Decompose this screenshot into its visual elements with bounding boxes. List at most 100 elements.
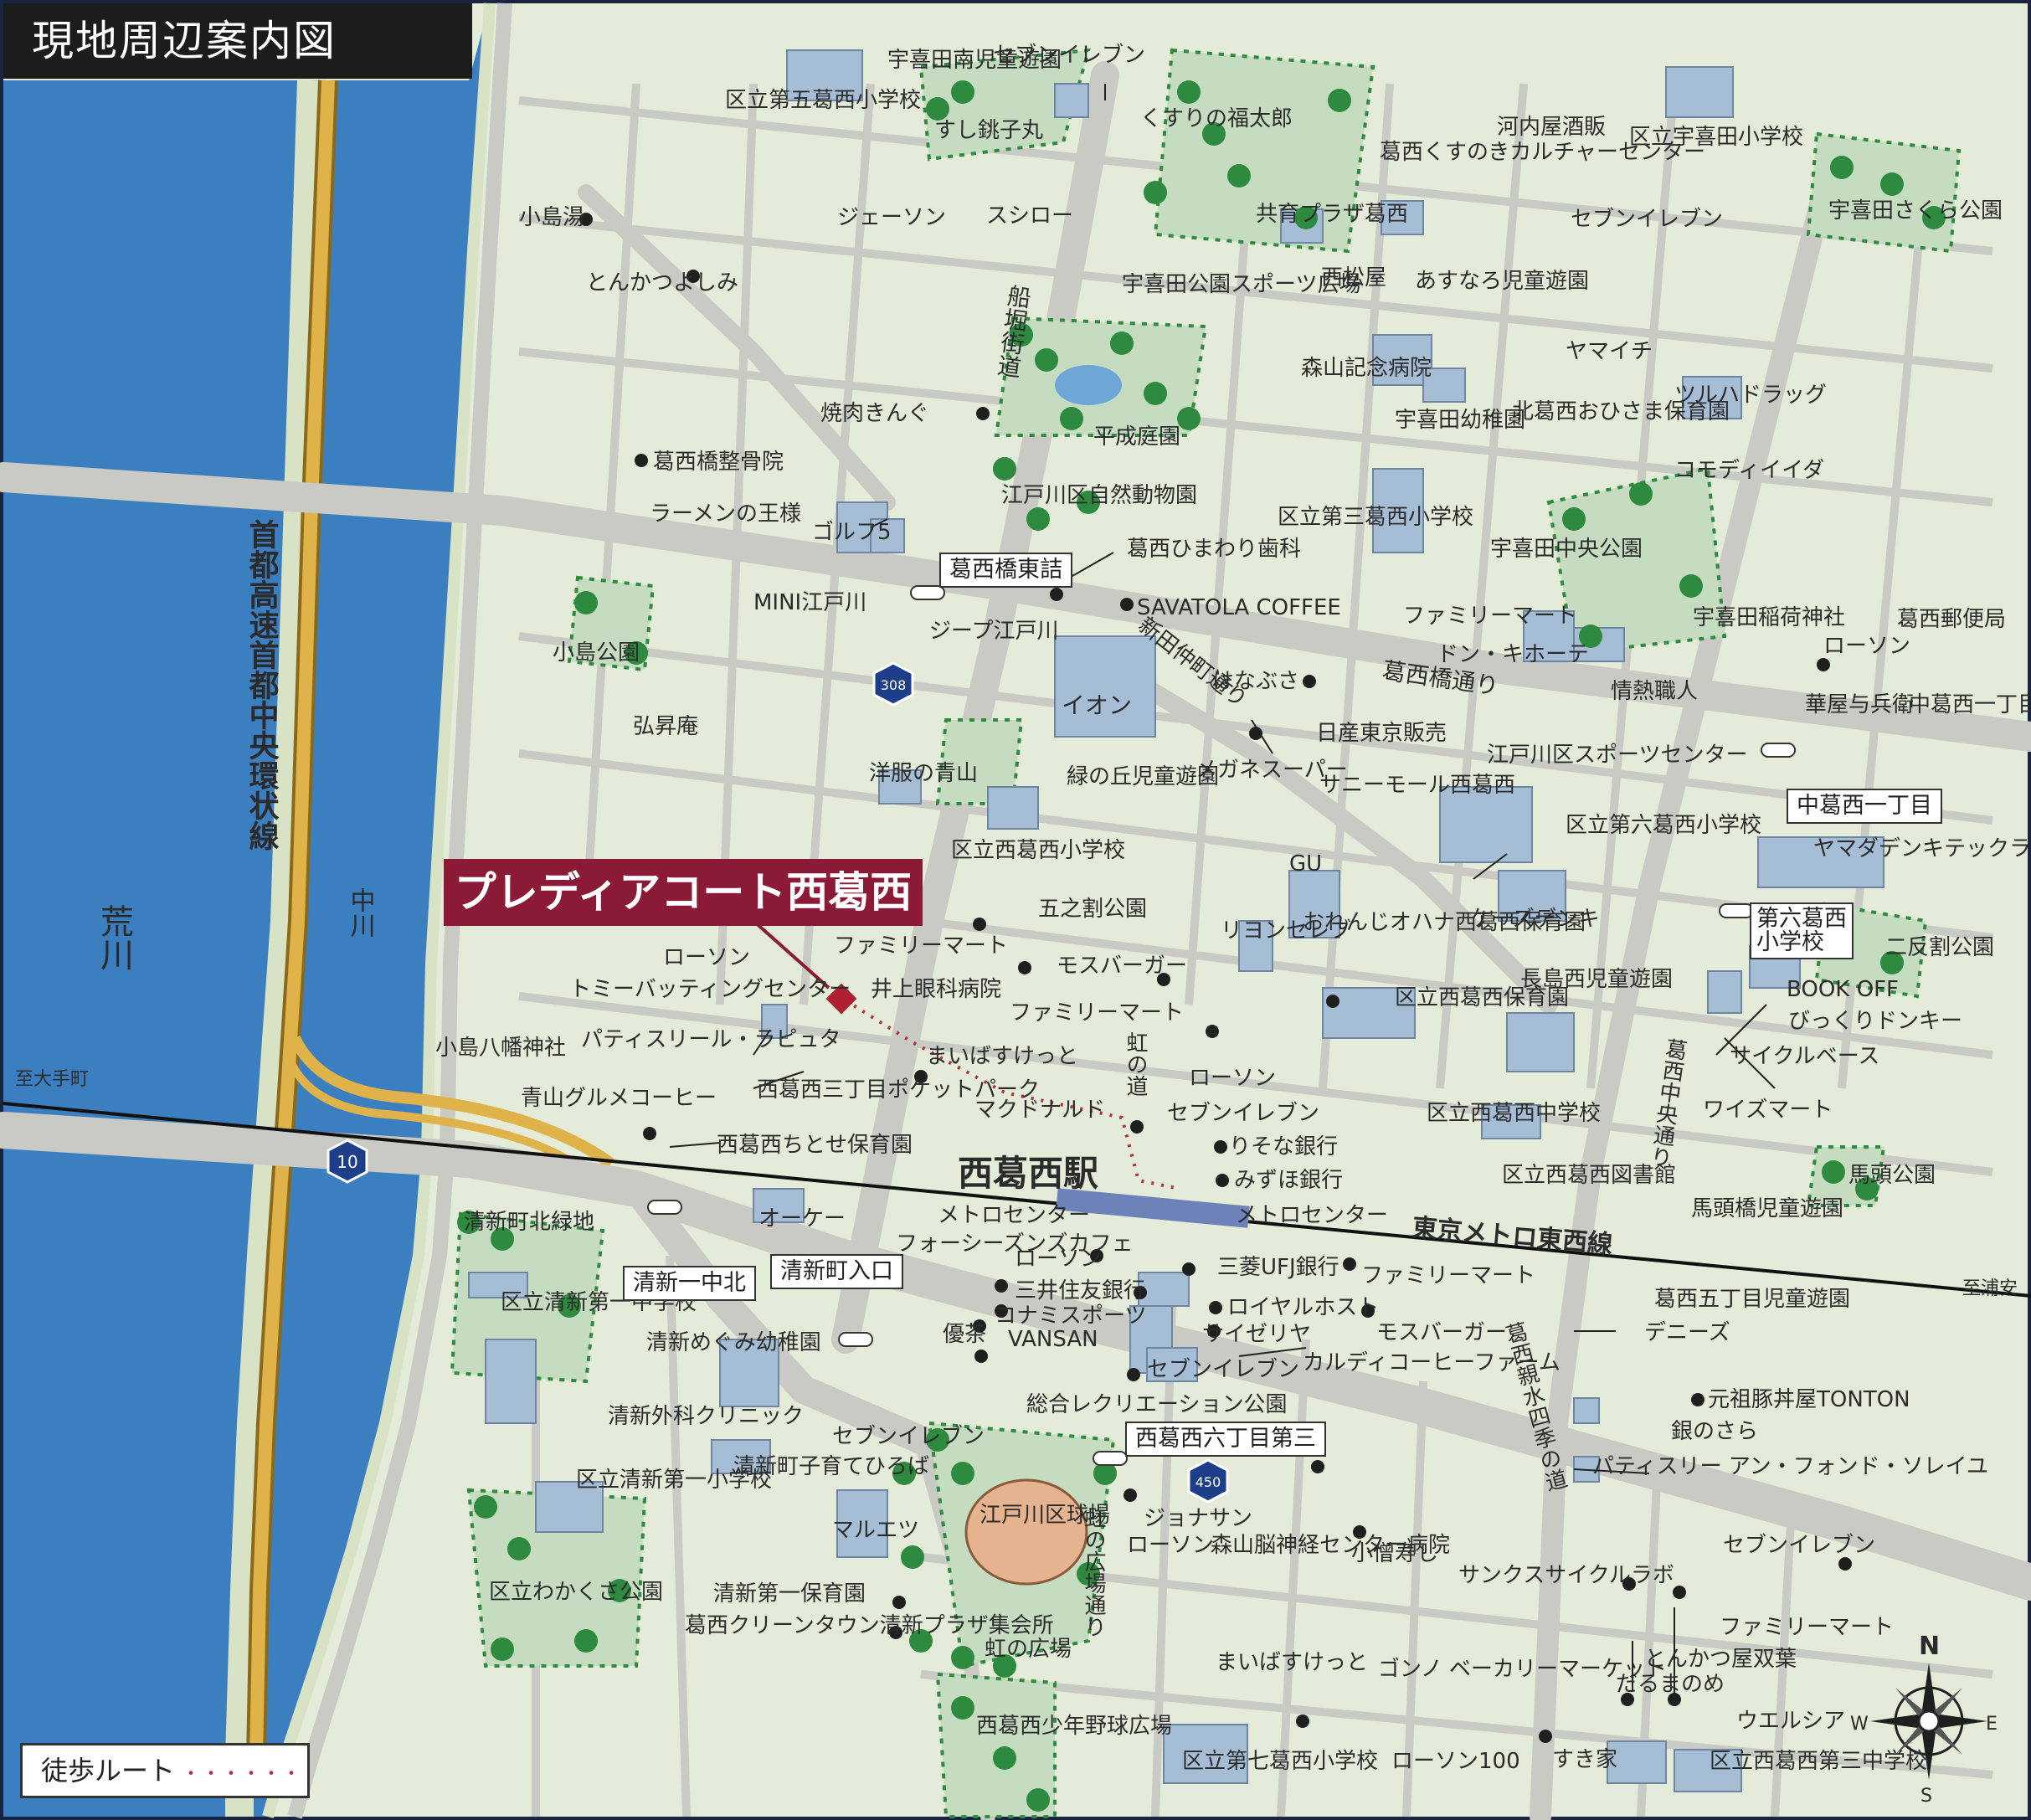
poi-label: ローソン100 — [1391, 1749, 1520, 1774]
route-450-number: 450 — [1195, 1474, 1221, 1490]
arakawa-label: 荒川 — [95, 904, 133, 971]
poi-label: 共育プラザ葛西 — [1256, 202, 1408, 227]
poi-label: セブンイレブン — [993, 43, 1145, 68]
poi-label: サニーモール西葛西 — [1319, 773, 1515, 798]
poi-label: イオン — [1062, 691, 1132, 719]
poi-label: ゴルフ5 — [812, 520, 892, 545]
station-label: 西葛西駅 — [958, 1153, 1098, 1194]
poi-label: セブンイレブン — [1571, 207, 1723, 232]
compass-n: N — [1919, 1632, 1940, 1661]
poi-label: 河内屋酒販 — [1497, 115, 1606, 140]
poi-label: セブンイレブン — [1723, 1533, 1875, 1558]
poi-label: 区立西葛西図書館 — [1502, 1163, 1676, 1188]
walking-route-legend: 徒歩ルート ・・・・・・ — [20, 1743, 310, 1798]
poi-label: 清新第一保育園 — [713, 1581, 866, 1607]
poi-label: 小僧寿し — [1351, 1541, 1438, 1566]
poi-label: 馬頭公園 — [1848, 1163, 1936, 1188]
poi-label: 弘昇庵 — [633, 714, 698, 739]
poi-label: 葛西ひまわり歯科 — [1127, 537, 1301, 562]
area-map-frame: N S E W 荒川 中川 首都高速首都中央環状線 船堀街道 新田仲町通り 葛西… — [0, 0, 2031, 1820]
poi-label: 緑の丘児童遊園 — [1067, 764, 1219, 789]
poi-label: 宇喜田さくら公園 — [1828, 198, 2003, 224]
poi-label: 優茶 — [943, 1322, 986, 1347]
poi-label: BOOK OFF — [1787, 977, 1899, 1002]
poi-label: ロイヤルホスト — [1227, 1295, 1379, 1320]
poi-label: 葛西クリーンタウン清新プラザ集会所 — [685, 1613, 1054, 1638]
poi-label: 区立西葛西小学校 — [951, 838, 1125, 863]
poi-label: 虹の広場 — [985, 1637, 1072, 1662]
intersection-kasaibashi-higashi: 葛西橋東詰 — [939, 553, 1072, 588]
legend-label: 徒歩ルート — [41, 1755, 176, 1787]
poi-label: 三井住友銀行 — [1015, 1278, 1145, 1303]
poi-label: 区立清新第一小学校 — [576, 1468, 772, 1493]
compass-s: S — [1920, 1786, 1932, 1807]
stadium-field — [964, 1478, 1088, 1586]
poi-label: SAVATOLA COFFEE — [1137, 595, 1341, 620]
poi-label: 青山グルメコーヒー — [521, 1086, 717, 1111]
poi-label: びっくりドンキー — [1788, 1009, 1962, 1034]
poi-label: ジェーソン — [837, 205, 946, 230]
poi-label: とんかつよしみ — [586, 270, 738, 296]
poi-label: MINI江戸川 — [753, 590, 866, 615]
poi-label: 元祖豚丼屋TONTON — [1708, 1387, 1910, 1412]
route-308-number: 308 — [881, 677, 907, 693]
poi-label: パティスリー アン・フォンド・ソレイユ — [1592, 1454, 1988, 1479]
poi-label: あすなろ児童遊園 — [1415, 269, 1589, 294]
poi-label: 三菱UFJ銀行 — [1217, 1255, 1339, 1280]
poi-label: トミーバッティングセンター — [569, 977, 851, 1002]
poi-label: ゴンノ ベーカリーマーケット — [1378, 1657, 1667, 1682]
poi-label: ファミリーマート — [1010, 1000, 1184, 1026]
poi-label: カルディコーヒーファーム — [1303, 1350, 1561, 1375]
route-10-shield: 10 — [327, 1139, 368, 1184]
poi-label: 葛西くすのきカルチャーセンター — [1380, 140, 1705, 165]
poi-label: 小島八幡神社 — [435, 1036, 566, 1061]
poi-label: ファミリーマート — [1361, 1263, 1535, 1288]
poi-label: ワイズマート — [1703, 1098, 1833, 1123]
poi-label: ローソン — [663, 945, 750, 970]
poi-label: ローソン — [1015, 1247, 1102, 1272]
poi-label: みずほ銀行 — [1234, 1168, 1343, 1193]
poi-label: 情熱職人 — [1611, 679, 1698, 704]
poi-label: 葛西五丁目児童遊園 — [1654, 1287, 1850, 1312]
poi-label: サンクスサイクルラボ — [1458, 1563, 1674, 1588]
poi-label: GU — [1289, 851, 1322, 877]
poi-label: ローソン — [1823, 634, 1910, 659]
nakagawa-label: 中川 — [346, 887, 376, 938]
poi-label: すき家 — [1552, 1747, 1617, 1772]
route-450-shield: 450 — [1187, 1458, 1229, 1504]
pond — [1055, 365, 1122, 405]
intersection-dairoku-kasai: 第六葛西小学校 — [1750, 902, 1854, 959]
poi-label: ファミリーマート — [1403, 604, 1577, 629]
poi-label: 清新めぐみ幼稚園 — [646, 1330, 821, 1355]
poi-label: 江戸川区スポーツセンター — [1487, 743, 1747, 768]
poi-label: ウエルシア — [1736, 1709, 1845, 1734]
poi-label: 葛西橋整骨院 — [653, 450, 784, 475]
poi-label: 中葛西一丁目児童遊園 — [1909, 692, 2031, 717]
poi-label: VANSAN — [1008, 1327, 1098, 1352]
poi-label: 馬頭橋児童遊園 — [1691, 1196, 1843, 1221]
poi-label: 二反割公園 — [1885, 935, 1994, 960]
poi-label: 宇喜田中央公園 — [1490, 537, 1643, 562]
niji-label: 虹の道 — [1123, 1031, 1148, 1097]
intersection-nishikasai6-3: 西葛西六丁目第三 — [1125, 1422, 1326, 1457]
poi-label: 区立西葛西中学校 — [1427, 1101, 1601, 1126]
poi-label: 区立西葛西保育園 — [1395, 985, 1569, 1010]
poi-label: ジープ江戸川 — [929, 619, 1058, 644]
poi-label: 森山記念病院 — [1301, 356, 1432, 381]
poi-label: ヤマダデンキテックランド — [1813, 836, 2031, 861]
poi-label: コナミスポーツ — [995, 1303, 1146, 1329]
poi-label: すし銚子丸 — [934, 118, 1043, 143]
poi-label: ラーメンの王様 — [650, 501, 801, 527]
poi-label: 五之割公園 — [1038, 897, 1147, 922]
poi-label: とんかつ屋双葉 — [1644, 1647, 1797, 1672]
poi-label: りそな銀行 — [1229, 1134, 1338, 1159]
poi-label: モスバーガー — [1376, 1320, 1507, 1345]
poi-label: ファミリーマート — [1720, 1615, 1894, 1640]
intersection-nakakasai1: 中葛西一丁目 — [1787, 789, 1942, 824]
poi-label: コモディイイダ — [1674, 458, 1824, 483]
poi-label: セブンイレブン — [1147, 1357, 1299, 1382]
poi-label: 宇喜田幼稚園 — [1395, 408, 1525, 433]
poi-label: 清新外科クリニック — [608, 1404, 804, 1429]
compass-w: W — [1850, 1714, 1869, 1735]
poi-label: モスバーガー — [1057, 954, 1187, 979]
